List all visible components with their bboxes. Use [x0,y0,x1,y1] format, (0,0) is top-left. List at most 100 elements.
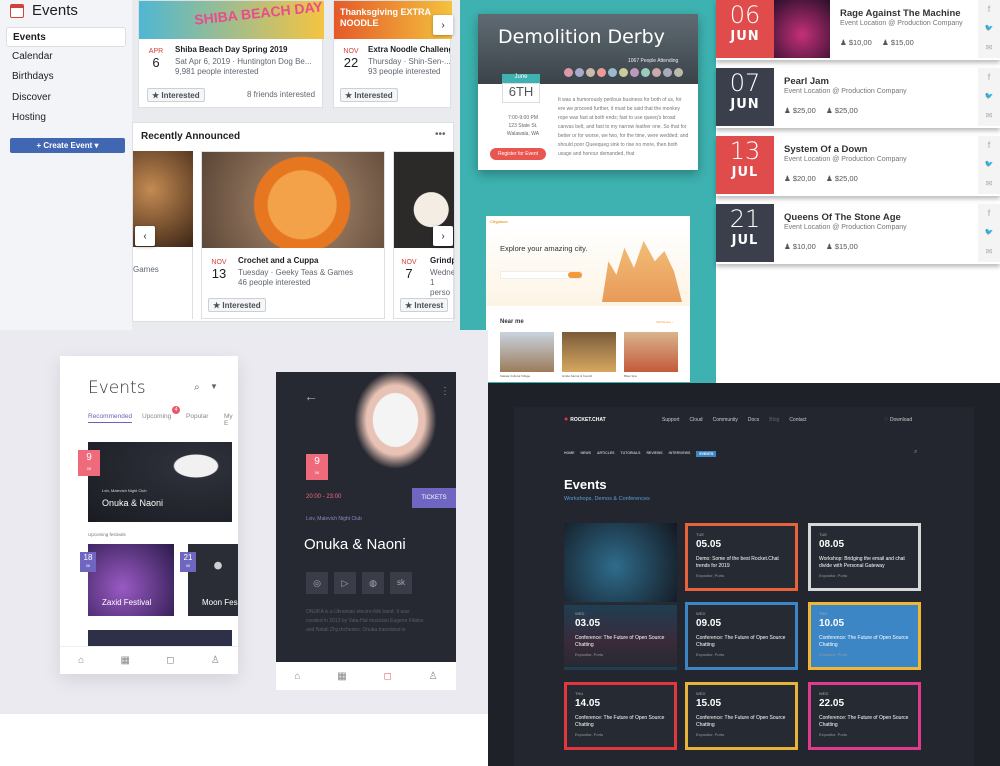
home-icon[interactable]: ⌂ [78,655,84,666]
subnav-link[interactable]: REVIEWS [646,451,662,457]
event-card[interactable]: TUE 08.05 Workshop: Bridging the email a… [808,523,921,591]
facebook-icon[interactable]: f [978,136,1000,155]
nav-link[interactable]: Contact [789,417,806,423]
sidebar-item-discover[interactable]: Discover [6,88,126,108]
twitter-icon[interactable]: 🐦 [978,87,1000,106]
subnav-link[interactable]: NEWS [581,451,592,457]
event-card[interactable]: NOV 13 Crochet and a Cuppa Tuesday · Gee… [201,151,385,319]
place-image[interactable] [624,332,678,372]
event-day: 22 [343,55,359,70]
back-arrow-icon[interactable]: ← [304,388,318,404]
event-card[interactable]: SHIBA BEACH DAY APR 6 Shiba Beach Day Sp… [138,0,324,108]
event-details: 7:00-9:00 PM 123 State St. Walawala, WA [498,114,548,138]
interested-button[interactable]: ★ Interested [208,298,266,312]
event-card[interactable]: WED 09.05 Conference: The Future of Open… [685,602,798,670]
event-card[interactable]: WED 03.05 Conference: The Future of Open… [564,602,677,670]
concert-row[interactable]: 13 JUL System Of a Down Event Location @ … [716,136,1000,196]
email-icon[interactable]: ✉ [978,38,1000,57]
show-all-link[interactable]: SHOW ALL › [656,320,673,324]
more-icon[interactable]: ••• [435,129,446,140]
price-child: ♟ $15,00 [882,38,914,47]
concert-name[interactable]: System Of a Down [784,144,867,155]
search-icon[interactable]: ⌕ [914,449,917,456]
interested-button[interactable]: ★ Interest [400,298,449,312]
event-card[interactable]: WED 15.05 Conference: The Future of Open… [685,682,798,750]
profile-icon[interactable]: ♙ [429,671,438,682]
twitter-icon[interactable]: 🐦 [978,19,1000,38]
chevron-right-icon[interactable]: › [433,15,453,35]
concert-row[interactable]: 06 JUN Rage Against The Machine Event Loc… [716,0,1000,60]
event-card[interactable]: THU 10.05 Conference: The Future of Open… [808,602,921,670]
subnav-link[interactable]: HOME [564,451,575,457]
subnav-link[interactable]: EVENTS [696,451,717,457]
register-button[interactable]: Register for Event [490,148,546,160]
nav-link[interactable]: Support [662,417,680,423]
sidebar-item-birthdays[interactable]: Birthdays [6,67,126,87]
youtube-icon[interactable]: ▷ [334,572,356,594]
interested-button[interactable]: ★ Interested [147,88,205,102]
event-card[interactable]: WED 22.05 Conference: The Future of Open… [808,682,921,750]
create-event-button[interactable]: + Create Event ▾ [10,138,125,153]
profile-icon[interactable]: ♙ [211,655,220,666]
place-image[interactable] [500,332,554,372]
twitter-icon[interactable]: 🐦 [978,155,1000,174]
subnav-link[interactable]: ARTICLES [597,451,615,457]
facebook-icon[interactable]: f [978,204,1000,223]
notifications-icon[interactable]: ◻ [166,655,174,666]
nav-link[interactable]: Blog [769,417,779,423]
apple-icon[interactable]: ◍ [362,572,384,594]
concert-row[interactable]: 21 JUL Queens Of The Stone Age Event Loca… [716,204,1000,264]
concert-row[interactable]: 07 JUN Pearl Jam Event Location @ Product… [716,68,1000,128]
tab-popular[interactable]: Popular [186,413,208,420]
featured-event-card[interactable]: Lviv, Malevich Night Club Onuka & Naoni [88,442,232,522]
tab-upcoming[interactable]: Upcoming [142,413,171,420]
concert-name[interactable]: Pearl Jam [784,76,829,87]
concert-name[interactable]: Rage Against The Machine [840,8,961,19]
event-title[interactable]: Extra Noodle Challenge [368,45,450,54]
brand-logo[interactable]: ● ROCKET.CHAT [564,416,606,423]
place-image[interactable] [562,332,616,372]
twitter-icon[interactable]: 🐦 [978,223,1000,242]
more-icon[interactable]: ⋮ [440,386,450,397]
tickets-button[interactable]: TICKETS [412,488,456,508]
facebook-icon[interactable]: f [978,68,1000,87]
nav-link[interactable]: Cloud [690,417,703,423]
subnav-link[interactable]: INTERVIEWS [669,451,691,457]
festival-card[interactable]: Zaxid Festival [88,544,174,616]
event-day: 13 [211,266,227,281]
vk-icon[interactable]: sk [390,572,412,594]
event-title[interactable]: Grindp [430,256,454,265]
email-icon[interactable]: ✉ [978,106,1000,125]
bottom-tab-bar: ⌂ ▦ ◻ ♙ [276,662,456,690]
event-weekday: TUE [696,532,704,537]
home-icon[interactable]: ⌂ [294,671,300,682]
instagram-icon[interactable]: ◎ [306,572,328,594]
event-title[interactable]: Shiba Beach Day Spring 2019 [175,45,288,54]
nav-link[interactable]: Docs [748,417,759,423]
nav-link[interactable]: Community [713,417,738,423]
search-button[interactable] [568,272,582,278]
calendar-icon[interactable]: ▦ [337,671,346,682]
event-card[interactable]: THU 14.05 Conference: The Future of Open… [564,682,677,750]
sidebar-item-calendar[interactable]: Calendar [6,47,126,67]
notifications-icon[interactable]: ◻ [383,671,391,682]
concert-name[interactable]: Queens Of The Stone Age [784,212,901,223]
sidebar-item-hosting[interactable]: Hosting [6,108,126,128]
calendar-icon[interactable]: ▦ [120,655,129,666]
chevron-right-icon[interactable]: › [433,226,453,246]
chevron-left-icon[interactable]: ‹ [135,226,155,246]
tab-my-events[interactable]: My E [224,413,238,427]
interested-button[interactable]: ★ Interested [340,88,398,102]
email-icon[interactable]: ✉ [978,174,1000,193]
subnav-link[interactable]: TUTORIALS [621,451,641,457]
search-icon[interactable]: ⌕ [194,382,200,393]
email-icon[interactable]: ✉ [978,242,1000,261]
tab-recommended[interactable]: Recommended [88,413,133,423]
download-link[interactable]: ♡ Download [884,417,912,423]
filter-icon[interactable]: ▼ [210,382,218,391]
facebook-icon[interactable]: f [978,0,1000,19]
brand-logo[interactable]: Cityplace [490,219,508,224]
sidebar-item-events[interactable]: Events [6,27,126,47]
event-card[interactable]: TUE 05.05 Demo: Some of the best Rocket.… [685,523,798,591]
event-title[interactable]: Crochet and a Cuppa [238,256,318,265]
